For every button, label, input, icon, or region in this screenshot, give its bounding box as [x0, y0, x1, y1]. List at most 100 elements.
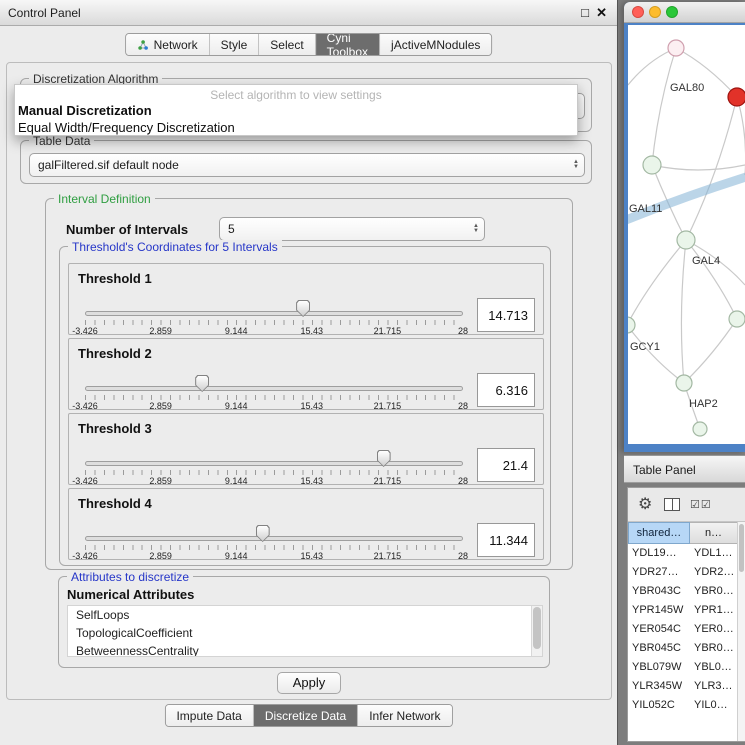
columns-icon[interactable]: [664, 498, 680, 511]
column-header-name[interactable]: n…: [690, 522, 738, 544]
table-cell[interactable]: YDR2…: [690, 563, 738, 582]
threshold-slider[interactable]: -3.4262.8599.14415.4321.71528: [85, 414, 463, 486]
attribute-list-item[interactable]: TopologicalCoefficient: [68, 624, 542, 642]
tab-network[interactable]: Network: [126, 34, 210, 55]
table-scrollbar[interactable]: [737, 522, 745, 741]
slider-track[interactable]: [85, 386, 463, 391]
table-cell[interactable]: YPR1…: [690, 601, 738, 620]
slider-thumb-face: [196, 376, 208, 391]
table-cell[interactable]: YBR0…: [690, 582, 738, 601]
slider-track[interactable]: [85, 311, 463, 316]
minimize-traffic-icon[interactable]: [649, 6, 661, 18]
table-row[interactable]: YBR043CYBR0…: [628, 582, 738, 601]
dropdown-option-manual-discretization[interactable]: Manual Discretization: [18, 103, 152, 118]
table-row[interactable]: YBR045CYBR0…: [628, 639, 738, 658]
slider-thumb-face: [257, 526, 269, 541]
table-cell[interactable]: YIL052C: [628, 696, 690, 715]
node-label: GCY1: [630, 341, 660, 353]
tab-style[interactable]: Style: [210, 34, 260, 55]
tab-discretize-data[interactable]: Discretize Data: [254, 705, 358, 726]
table-cell[interactable]: YBR043C: [628, 582, 690, 601]
float-window-icon[interactable]: □: [581, 5, 589, 20]
threshold-slider[interactable]: -3.4262.8599.14415.4321.71528: [85, 339, 463, 411]
tab-label: Impute Data: [176, 709, 241, 723]
table-cell[interactable]: YBL0…: [690, 658, 738, 677]
close-icon[interactable]: ✕: [596, 5, 607, 21]
table-cell[interactable]: YER0…: [690, 620, 738, 639]
threshold-value-box[interactable]: 11.344: [477, 523, 535, 557]
network-node[interactable]: [677, 231, 695, 249]
threshold-panel: Threshold 2 -3.4262.8599.14415.4321.7152…: [68, 338, 544, 410]
table-cell[interactable]: YBR045C: [628, 639, 690, 658]
node-labels: GAL80 GAL11 GAL4 GCY1 HAP2: [629, 82, 720, 410]
scrollbar-thumb[interactable]: [739, 524, 744, 572]
table-row[interactable]: YER054CYER0…: [628, 620, 738, 639]
tab-label: Cyni Toolbox: [327, 33, 368, 56]
list-scrollbar[interactable]: [531, 606, 542, 656]
table-cell[interactable]: YLR3…: [690, 677, 738, 696]
threshold-slider[interactable]: -3.4262.8599.14415.4321.71528: [85, 264, 463, 336]
network-node[interactable]: [676, 375, 692, 391]
scale-tick-label: -3.426: [72, 326, 98, 336]
table-cell[interactable]: YDR27…: [628, 563, 690, 582]
number-of-intervals-combobox[interactable]: 5 ▲ ▼: [219, 217, 485, 241]
table-row[interactable]: YLR345WYLR3…: [628, 677, 738, 696]
table-panel-header[interactable]: Table Panel: [624, 455, 745, 483]
control-panel-titlebar[interactable]: Control Panel □ ✕: [0, 0, 617, 26]
numerical-attributes-list[interactable]: SelfLoopsTopologicalCoefficientBetweenne…: [67, 605, 543, 657]
column-header-shared-name[interactable]: shared…: [628, 522, 690, 544]
slider-thumb[interactable]: [296, 300, 310, 317]
tab-select[interactable]: Select: [259, 34, 315, 55]
network-node[interactable]: [628, 317, 635, 333]
table-cell[interactable]: YIL0…: [690, 696, 738, 715]
table-cell[interactable]: YDL19…: [628, 544, 690, 563]
table-row[interactable]: YDL19…YDL1…: [628, 544, 738, 563]
table-row[interactable]: YDR27…YDR2…: [628, 563, 738, 582]
table-cell[interactable]: YDL1…: [690, 544, 738, 563]
network-node[interactable]: [643, 156, 661, 174]
tab-impute-data[interactable]: Impute Data: [165, 705, 253, 726]
attribute-list-item[interactable]: SelfLoops: [68, 606, 542, 624]
table-row[interactable]: YIL052CYIL0…: [628, 696, 738, 715]
scale-tick-label: 21.715: [374, 401, 402, 411]
table-row[interactable]: YBL079WYBL0…: [628, 658, 738, 677]
threshold-value-box[interactable]: 6.316: [477, 373, 535, 407]
tab-infer-network[interactable]: Infer Network: [358, 705, 451, 726]
scale-tick-label: 28: [458, 551, 468, 561]
network-node[interactable]: [693, 422, 707, 436]
zoom-traffic-icon[interactable]: [666, 6, 678, 18]
slider-thumb[interactable]: [256, 525, 270, 542]
close-traffic-icon[interactable]: [632, 6, 644, 18]
slider-thumb[interactable]: [377, 450, 391, 467]
tab-jactivemodules[interactable]: jActiveMNodules: [380, 34, 491, 55]
table-cell[interactable]: YER054C: [628, 620, 690, 639]
slider-thumb-face: [378, 451, 390, 466]
select-columns-icon[interactable]: ☑☑: [690, 498, 712, 511]
gear-icon[interactable]: ⚙: [638, 494, 652, 514]
threshold-slider[interactable]: -3.4262.8599.14415.4321.71528: [85, 489, 463, 561]
network-node-selected[interactable]: [728, 88, 745, 106]
table-cell[interactable]: YPR145W: [628, 601, 690, 620]
table-data-combobox[interactable]: galFiltered.sif default node ▲ ▼: [29, 153, 585, 177]
threshold-value-box[interactable]: 21.4: [477, 448, 535, 482]
tab-label: jActiveMNodules: [391, 38, 480, 52]
dropdown-option-equal-width[interactable]: Equal Width/Frequency Discretization: [18, 120, 235, 135]
attribute-list-item[interactable]: BetweennessCentrality: [68, 642, 542, 657]
table-cell[interactable]: YBR0…: [690, 639, 738, 658]
slider-track[interactable]: [85, 536, 463, 541]
table-panel-title: Table Panel: [633, 463, 696, 477]
table-cell[interactable]: YBL079W: [628, 658, 690, 677]
scrollbar-thumb[interactable]: [533, 607, 541, 649]
tab-cyni-toolbox[interactable]: Cyni Toolbox: [316, 34, 380, 55]
slider-track[interactable]: [85, 461, 463, 466]
network-node[interactable]: [668, 40, 684, 56]
slider-thumb-face: [297, 301, 309, 316]
network-node[interactable]: [729, 311, 745, 327]
threshold-value-box[interactable]: 14.713: [477, 298, 535, 332]
network-canvas[interactable]: GAL80 GAL11 GAL4 GCY1 HAP2: [628, 25, 745, 444]
table-cell[interactable]: YLR345W: [628, 677, 690, 696]
table-row[interactable]: YPR145WYPR1…: [628, 601, 738, 620]
apply-button[interactable]: Apply: [277, 672, 341, 694]
slider-thumb[interactable]: [195, 375, 209, 392]
network-window-titlebar[interactable]: [624, 2, 745, 23]
